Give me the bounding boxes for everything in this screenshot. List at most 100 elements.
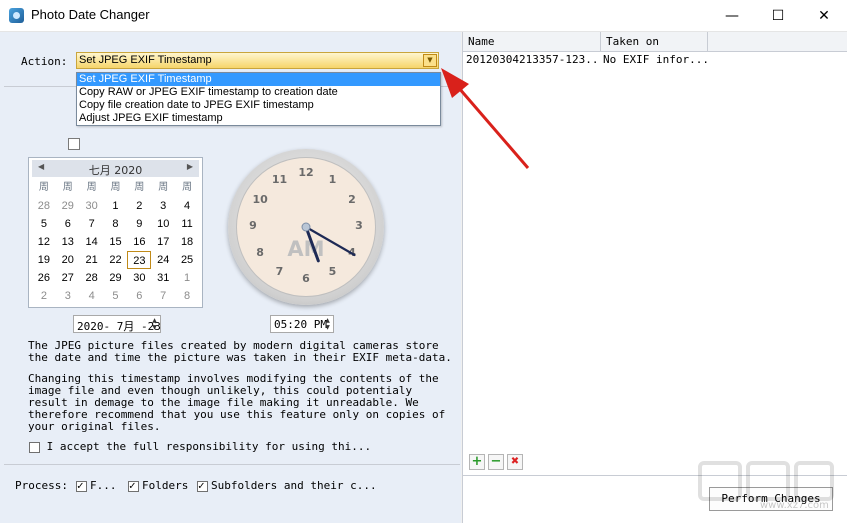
calendar-day[interactable]: 20	[56, 251, 80, 269]
close-button[interactable]: ✕	[801, 0, 847, 31]
clock-center-pin	[301, 222, 311, 232]
files-checkbox[interactable]	[76, 479, 87, 492]
file-name-cell: 20120304213357-123...	[466, 53, 598, 66]
subfolders-checkbox[interactable]	[197, 479, 208, 492]
calendar-day[interactable]: 27	[56, 269, 80, 287]
calendar-day[interactable]: 11	[175, 215, 199, 233]
calendar-day[interactable]: 4	[80, 287, 104, 305]
action-option[interactable]: Copy RAW or JPEG EXIF timestamp to creat…	[77, 86, 440, 99]
calendar-day[interactable]: 3	[56, 287, 80, 305]
time-spin-icon[interactable]: ▲ ▼	[323, 317, 332, 331]
calendar-day[interactable]: 17	[151, 233, 175, 251]
weekday-label: 周	[38, 182, 49, 193]
calendar-day[interactable]: 30	[80, 197, 104, 215]
action-option[interactable]: Set JPEG EXIF Timestamp	[77, 73, 440, 86]
calendar-day[interactable]: 31	[151, 269, 175, 287]
weekday-label: 周	[86, 182, 97, 193]
action-option[interactable]: Copy file creation date to JPEG EXIF tim…	[77, 99, 440, 112]
calendar-day[interactable]: 7	[80, 215, 104, 233]
process-folders-option[interactable]: Folders	[128, 479, 188, 492]
calendar-day[interactable]: 28	[80, 269, 104, 287]
calendar-day[interactable]: 29	[56, 197, 80, 215]
calendar-day[interactable]: 3	[151, 197, 175, 215]
month-calendar: ◀ 七月 2020 ▶ 周周周周周周周 28 29 30 1 2 3 4 5 6 7 8 9 10 11 1…	[28, 157, 203, 308]
weekday-header-row: 周周周周周周周	[32, 179, 199, 197]
calendar-day[interactable]: 5	[32, 215, 56, 233]
calendar-day[interactable]: 2	[127, 197, 151, 215]
time-value: 05:20 PM	[274, 318, 327, 331]
calendar-day[interactable]: 1	[175, 269, 199, 287]
table-row[interactable]: 20120304213357-123... No EXIF infor...	[463, 52, 847, 68]
date-picker[interactable]: 2020- 7月 -23 ▲ ▼	[73, 315, 161, 333]
calendar-day[interactable]: 15	[104, 233, 128, 251]
calendar-day[interactable]: 7	[151, 287, 175, 305]
calendar-header: ◀ 七月 2020 ▶	[32, 160, 199, 177]
calendar-title[interactable]: 七月 2020	[32, 162, 199, 178]
calendar-day[interactable]: 9	[127, 215, 151, 233]
date-value: 2020- 7月 -23	[77, 320, 161, 333]
process-label: Process:	[15, 479, 68, 492]
calendar-day[interactable]: 24	[151, 251, 175, 269]
calendar-day[interactable]: 22	[104, 251, 128, 269]
calendar-day[interactable]: 10	[151, 215, 175, 233]
info-text-exif: The JPEG picture files created by modern…	[28, 339, 452, 364]
calendar-day[interactable]: 14	[80, 233, 104, 251]
calendar-day[interactable]: 18	[175, 233, 199, 251]
calendar-day[interactable]: 8	[175, 287, 199, 305]
remove-icon[interactable]: −	[488, 454, 504, 470]
calendar-day[interactable]: 2	[32, 287, 56, 305]
calendar-day[interactable]: 29	[104, 269, 128, 287]
weekday-label: 周	[158, 182, 169, 193]
accept-checkbox[interactable]	[29, 441, 40, 453]
taken-on-cell: No EXIF infor...	[603, 53, 707, 66]
next-month-icon[interactable]: ▶	[187, 162, 193, 171]
action-label: Action:	[21, 55, 68, 68]
calendar-day[interactable]: 1	[104, 197, 128, 215]
calendar-days: 28 29 30 1 2 3 4 5 6 7 8 9 10 11 12 13 14 15 16 17 18 19 20 21 2…	[32, 197, 199, 305]
calendar-day[interactable]: 8	[104, 215, 128, 233]
calendar-day[interactable]: 6	[127, 287, 151, 305]
list-header: Name Taken on	[463, 32, 847, 52]
column-header-taken-on[interactable]: Taken on	[601, 32, 708, 51]
weekday-label: 周	[134, 182, 145, 193]
calendar-day[interactable]: 28	[32, 197, 56, 215]
time-picker[interactable]: 05:20 PM ▲ ▼	[270, 315, 334, 333]
weekday-label: 周	[182, 182, 193, 193]
action-dropdown-list: Set JPEG EXIF Timestamp Copy RAW or JPEG…	[76, 72, 441, 126]
watermark-text: www.xz7.com	[760, 500, 829, 511]
file-list-panel: Name Taken on 20120304213357-123... No E…	[462, 32, 847, 523]
minimize-button[interactable]: —	[709, 0, 755, 31]
accept-label: I accept the full responsibility for usi…	[46, 440, 372, 453]
accept-responsibility-row[interactable]: I accept the full responsibility for usi…	[29, 440, 371, 453]
subfolders-label: Subfolders and their c...	[211, 479, 377, 492]
calendar-day[interactable]: 13	[56, 233, 80, 251]
calendar-day[interactable]: 16	[127, 233, 151, 251]
clear-icon[interactable]: ✖	[507, 454, 523, 470]
chevron-down-icon[interactable]: ▼	[423, 54, 437, 67]
calendar-day[interactable]: 25	[175, 251, 199, 269]
calendar-day[interactable]: 21	[80, 251, 104, 269]
calendar-day[interactable]: 12	[32, 233, 56, 251]
calendar-day[interactable]: 30	[127, 269, 151, 287]
add-icon[interactable]: +	[469, 454, 485, 470]
date-spin-icon[interactable]: ▲ ▼	[150, 317, 159, 331]
process-files-option[interactable]: F...	[76, 479, 117, 492]
calendar-day[interactable]: 26	[32, 269, 56, 287]
calendar-day[interactable]: 23	[127, 251, 152, 269]
date-checkbox[interactable]	[68, 138, 80, 150]
maximize-button[interactable]: ☐	[755, 0, 801, 31]
window-title: Photo Date Changer	[31, 7, 150, 22]
column-header-name[interactable]: Name	[463, 32, 601, 51]
clock-hands	[301, 222, 356, 263]
action-dropdown[interactable]: Set JPEG EXIF Timestamp ▼	[76, 52, 439, 69]
calendar-day[interactable]: 5	[104, 287, 128, 305]
process-subfolders-option[interactable]: Subfolders and their c...	[197, 479, 377, 492]
analog-clock: 12 1 2 3 4 5 6 7 8 9 10 11 AM	[228, 149, 384, 305]
calendar-day[interactable]: 19	[32, 251, 56, 269]
action-dropdown-value: Set JPEG EXIF Timestamp	[79, 54, 212, 66]
calendar-day[interactable]: 4	[175, 197, 199, 215]
calendar-day[interactable]: 6	[56, 215, 80, 233]
folders-label: Folders	[142, 479, 189, 492]
folders-checkbox[interactable]	[128, 479, 139, 492]
action-option[interactable]: Adjust JPEG EXIF timestamp	[77, 112, 440, 125]
